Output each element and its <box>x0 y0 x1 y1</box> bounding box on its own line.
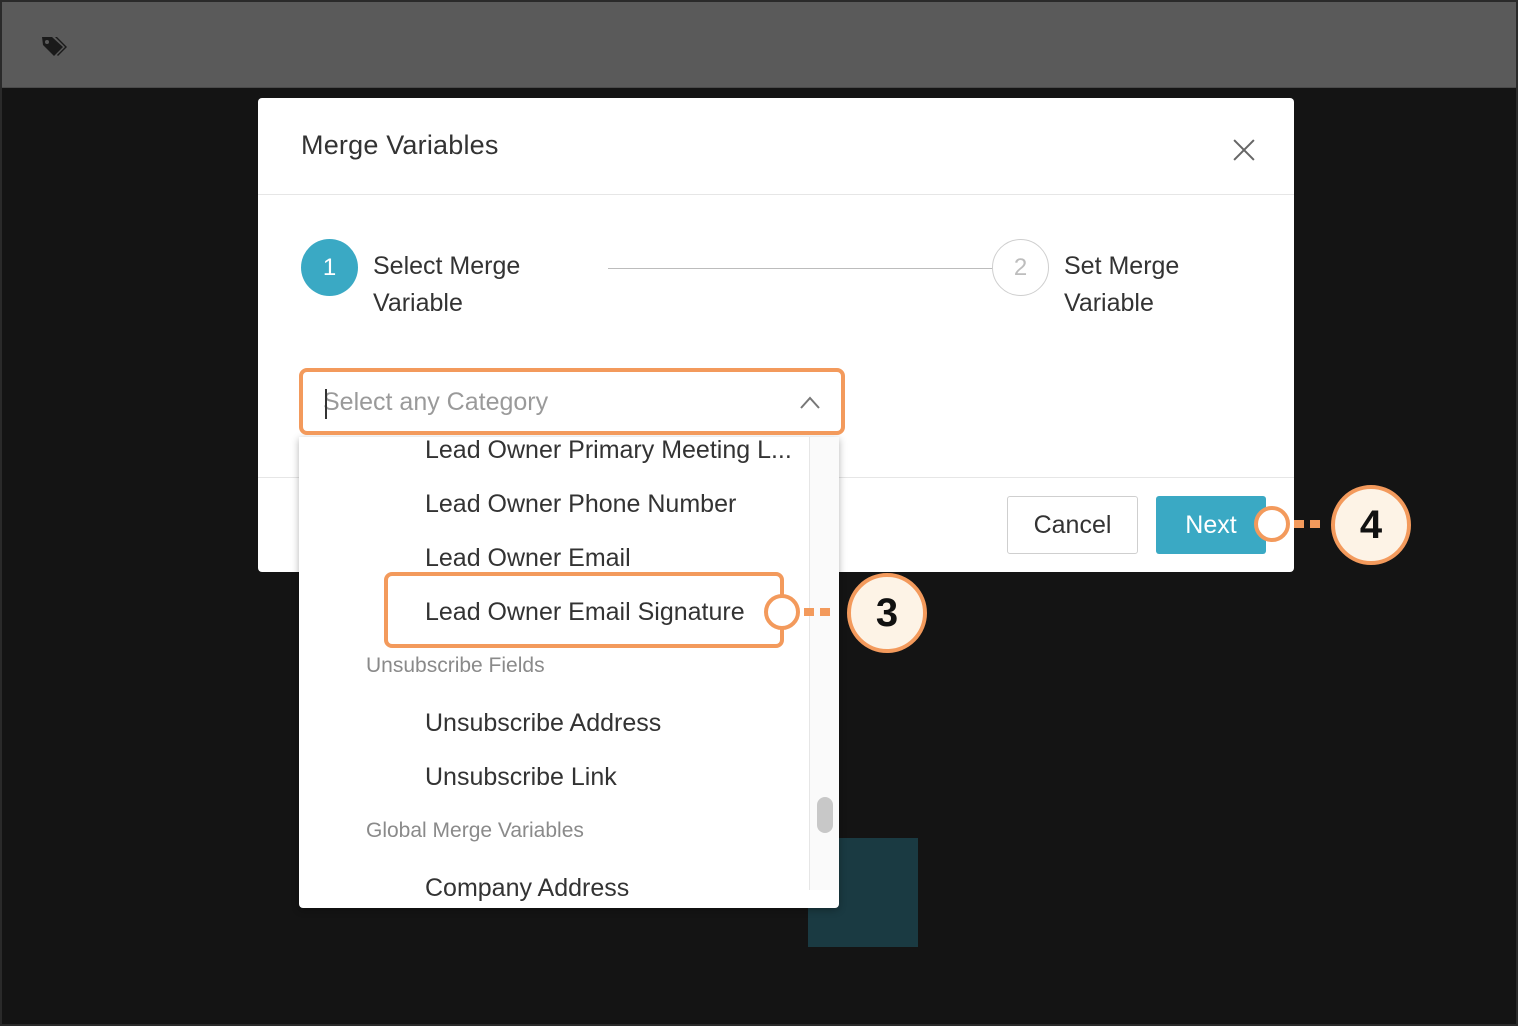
modal-title: Merge Variables <box>301 130 499 160</box>
dropdown-option[interactable]: Unsubscribe Link <box>425 763 617 792</box>
callout-4-anchor <box>1254 506 1290 542</box>
step-1-indicator: 1 <box>301 239 358 296</box>
callout-4-connector <box>1310 520 1320 528</box>
category-search-input[interactable] <box>323 382 783 422</box>
callout-4-connector <box>1294 520 1304 528</box>
dropdown-option[interactable]: Unsubscribe Address <box>425 709 661 738</box>
tag-icon[interactable] <box>40 34 68 58</box>
dropdown-option[interactable]: Lead Owner Email <box>425 544 631 573</box>
callout-3-badge: 3 <box>847 573 927 653</box>
callout-3-connector <box>804 608 814 616</box>
top-bar <box>0 0 1518 88</box>
dropdown-scrollbar-thumb[interactable] <box>817 797 833 833</box>
callout-3-anchor <box>764 594 800 630</box>
dropdown-group-header: Global Merge Variables <box>366 819 584 842</box>
step-connector <box>608 268 993 269</box>
category-dropdown: Lead Owner Primary Meeting L... Lead Own… <box>299 437 839 908</box>
step-1-label: Select Merge Variable <box>373 252 521 317</box>
dropdown-option[interactable]: Lead Owner Phone Number <box>425 490 736 519</box>
category-select[interactable] <box>299 368 845 435</box>
chevron-up-icon[interactable] <box>799 394 821 410</box>
step-2-label: Set Merge Variable <box>1064 252 1180 317</box>
highlight-email-signature <box>384 572 784 648</box>
dropdown-option[interactable]: Lead Owner Primary Meeting L... <box>425 437 792 465</box>
text-cursor <box>325 389 327 419</box>
callout-3-connector <box>820 608 830 616</box>
modal-header: Merge Variables <box>258 98 1294 195</box>
close-icon[interactable] <box>1228 134 1260 166</box>
callout-4-badge: 4 <box>1331 485 1411 565</box>
dropdown-group-header: Unsubscribe Fields <box>366 654 545 677</box>
next-button[interactable]: Next <box>1156 496 1266 554</box>
dropdown-option[interactable]: Company Address <box>425 874 629 903</box>
step-2-indicator: 2 <box>992 239 1049 296</box>
cancel-button[interactable]: Cancel <box>1007 496 1138 554</box>
